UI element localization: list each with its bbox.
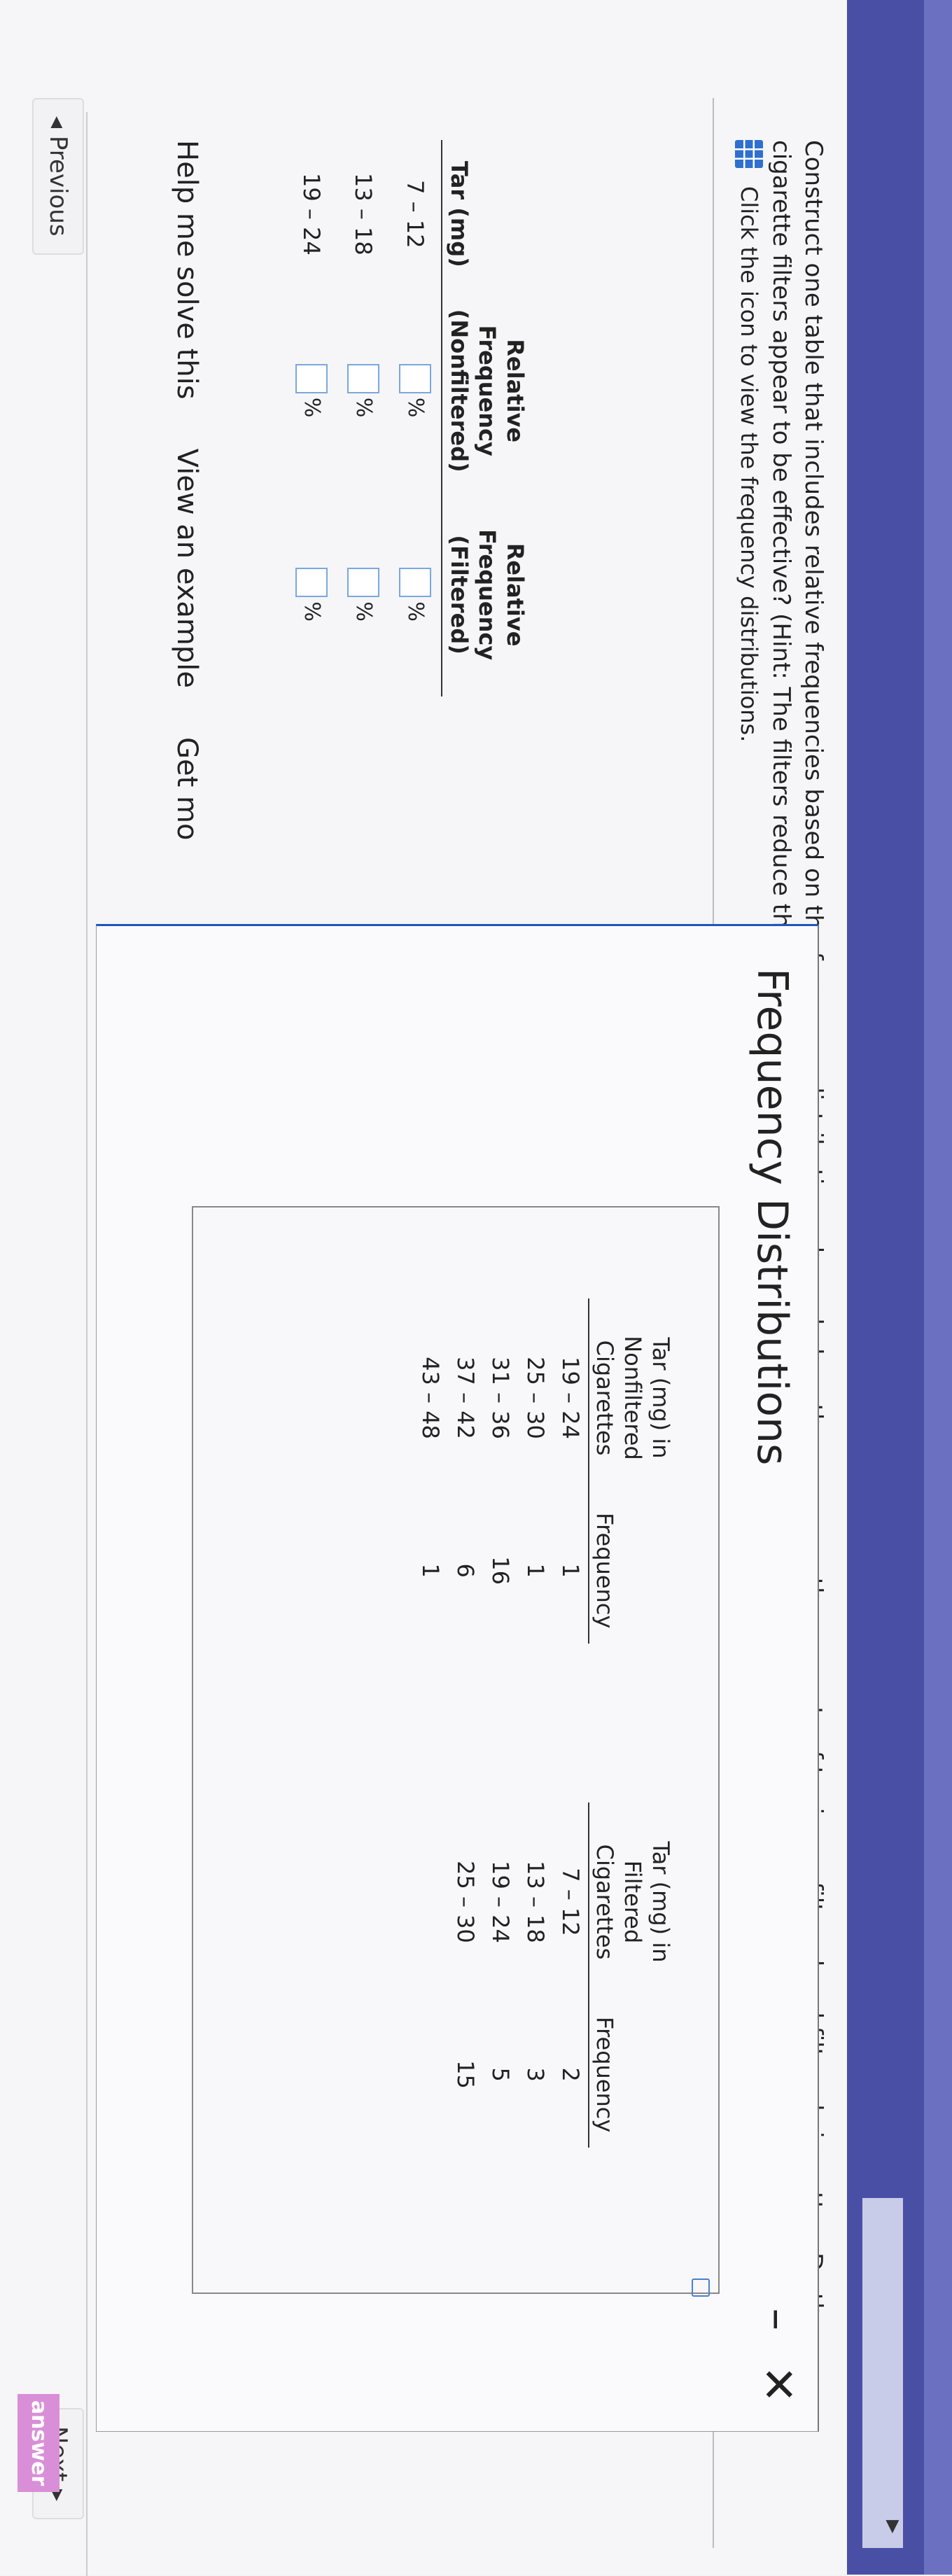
tar-class: 25 – 30 [522, 1357, 549, 1439]
dialog-title: Frequency Distributions [748, 968, 797, 1466]
nonfiltered-frequency-header: Frequency [589, 1497, 676, 1644]
close-icon[interactable]: ✕ [752, 2365, 804, 2403]
nonfiltered-cell: % [286, 288, 337, 493]
tar-class: 13 – 18 [522, 1861, 549, 1943]
get-more-help-link[interactable]: Get mo [171, 737, 203, 840]
answer-header-filtered: Relative Frequency (Filtered) [442, 493, 532, 696]
percent-unit: % [300, 397, 324, 418]
answer-header-tar: Tar (mg) [442, 140, 532, 288]
tar-class: 7 – 12 [402, 180, 428, 248]
frequency: 15 [452, 2060, 479, 2090]
answer-tab[interactable]: answer [18, 2394, 59, 2492]
help-links: Help me solve this View an example Get m… [171, 140, 203, 840]
tar-class: 37 – 42 [452, 1357, 479, 1439]
frequency: 5 [487, 2067, 514, 2082]
table-row: 25 – 30 1 [518, 1298, 553, 1644]
frequency: 3 [522, 2067, 549, 2082]
answer-header-nonfiltered: Relative Frequency (Nonfiltered) [442, 288, 532, 493]
table-row: 7 – 12 % % [389, 140, 442, 696]
dialog-controls: – ✕ [752, 2308, 804, 2403]
horizontal-scrollbar[interactable] [862, 2198, 903, 2548]
percent-unit: % [351, 601, 376, 622]
frequency: 16 [487, 1556, 514, 1586]
percent-unit: % [403, 397, 428, 418]
grid-table-icon[interactable] [735, 140, 763, 168]
tar-class: 19 – 24 [298, 172, 325, 255]
filtered-input-1[interactable] [399, 568, 431, 598]
percent-unit: % [403, 601, 428, 622]
frequency-distributions-dialog: Frequency Distributions – ✕ Tar (mg) in … [96, 924, 819, 2432]
nonfiltered-tar-header: Tar (mg) in Nonfiltered Cigarettes [589, 1298, 676, 1497]
nonfiltered-frequency-table: Tar (mg) in Nonfiltered Cigarettes Frequ… [413, 1298, 676, 1644]
filtered-cell: % [337, 493, 389, 696]
view-distributions-row[interactable]: Click the icon to view the frequency dis… [735, 140, 763, 742]
help-me-solve-link[interactable]: Help me solve this [171, 140, 203, 400]
filtered-frequency-table: Tar (mg) in Filtered Cigarettes Frequenc… [448, 1802, 676, 2148]
previous-button[interactable]: ◂ Previous [32, 98, 84, 255]
tar-class: 13 – 18 [350, 172, 377, 255]
table-row: 7 – 12 2 [553, 1802, 589, 2148]
filtered-cell: % [286, 493, 337, 696]
percent-unit: % [351, 397, 376, 418]
top-band: ▸ [847, 0, 952, 2575]
rotated-screen: ▸ Construct one table that includes rela… [0, 0, 952, 2576]
tar-class: 43 – 48 [417, 1357, 444, 1439]
frequency: 2 [557, 2067, 584, 2082]
nonfiltered-input-2[interactable] [347, 363, 379, 393]
frequency: 6 [452, 1563, 479, 1578]
table-row: 13 – 18 % % [337, 140, 389, 696]
answer-table: Tar (mg) Relative Frequency (Nonfiltered… [286, 140, 532, 696]
filtered-tar-header: Tar (mg) in Filtered Cigarettes [589, 1802, 676, 2001]
table-row: 43 – 48 1 [413, 1298, 448, 1644]
nonfiltered-input-1[interactable] [399, 363, 431, 393]
frequency-tables-box: Tar (mg) in Nonfiltered Cigarettes Frequ… [192, 1206, 720, 2297]
minimize-icon[interactable]: – [752, 2308, 804, 2330]
copy-icon[interactable] [692, 2278, 710, 2297]
top-band-highlight [924, 0, 952, 2575]
nonfiltered-cell: % [389, 288, 442, 493]
tar-class: 19 – 24 [557, 1357, 584, 1439]
nonfiltered-input-3[interactable] [295, 363, 328, 393]
frequency: 1 [557, 1563, 584, 1578]
filtered-input-2[interactable] [347, 568, 379, 598]
footer-divider [86, 112, 88, 2576]
table-row: 19 – 24 % % [286, 140, 337, 696]
filtered-input-3[interactable] [295, 568, 328, 598]
table-row: 13 – 18 3 [518, 1802, 553, 2148]
scroll-right-arrow-icon[interactable]: ▸ [879, 2520, 910, 2533]
filtered-frequency-header: Frequency [589, 2001, 676, 2148]
tar-class: 25 – 30 [452, 1861, 479, 1943]
percent-unit: % [300, 601, 324, 622]
table-row: 37 – 42 6 [448, 1298, 483, 1644]
nonfiltered-cell: % [337, 288, 389, 493]
table-row: 19 – 24 1 [553, 1298, 589, 1644]
table-row: 31 – 36 16 [483, 1298, 518, 1644]
filtered-cell: % [389, 493, 442, 696]
table-row: 19 – 24 5 [483, 1802, 518, 2148]
tar-class: 7 – 12 [557, 1868, 584, 1936]
frequency: 1 [417, 1563, 444, 1578]
view-example-link[interactable]: View an example [171, 449, 203, 688]
tar-class: 19 – 24 [487, 1861, 514, 1943]
table-row: 25 – 30 15 [448, 1802, 483, 2148]
icon-instruction: Click the icon to view the frequency dis… [736, 186, 762, 743]
tar-class: 31 – 36 [487, 1357, 514, 1439]
frequency: 1 [522, 1563, 549, 1578]
